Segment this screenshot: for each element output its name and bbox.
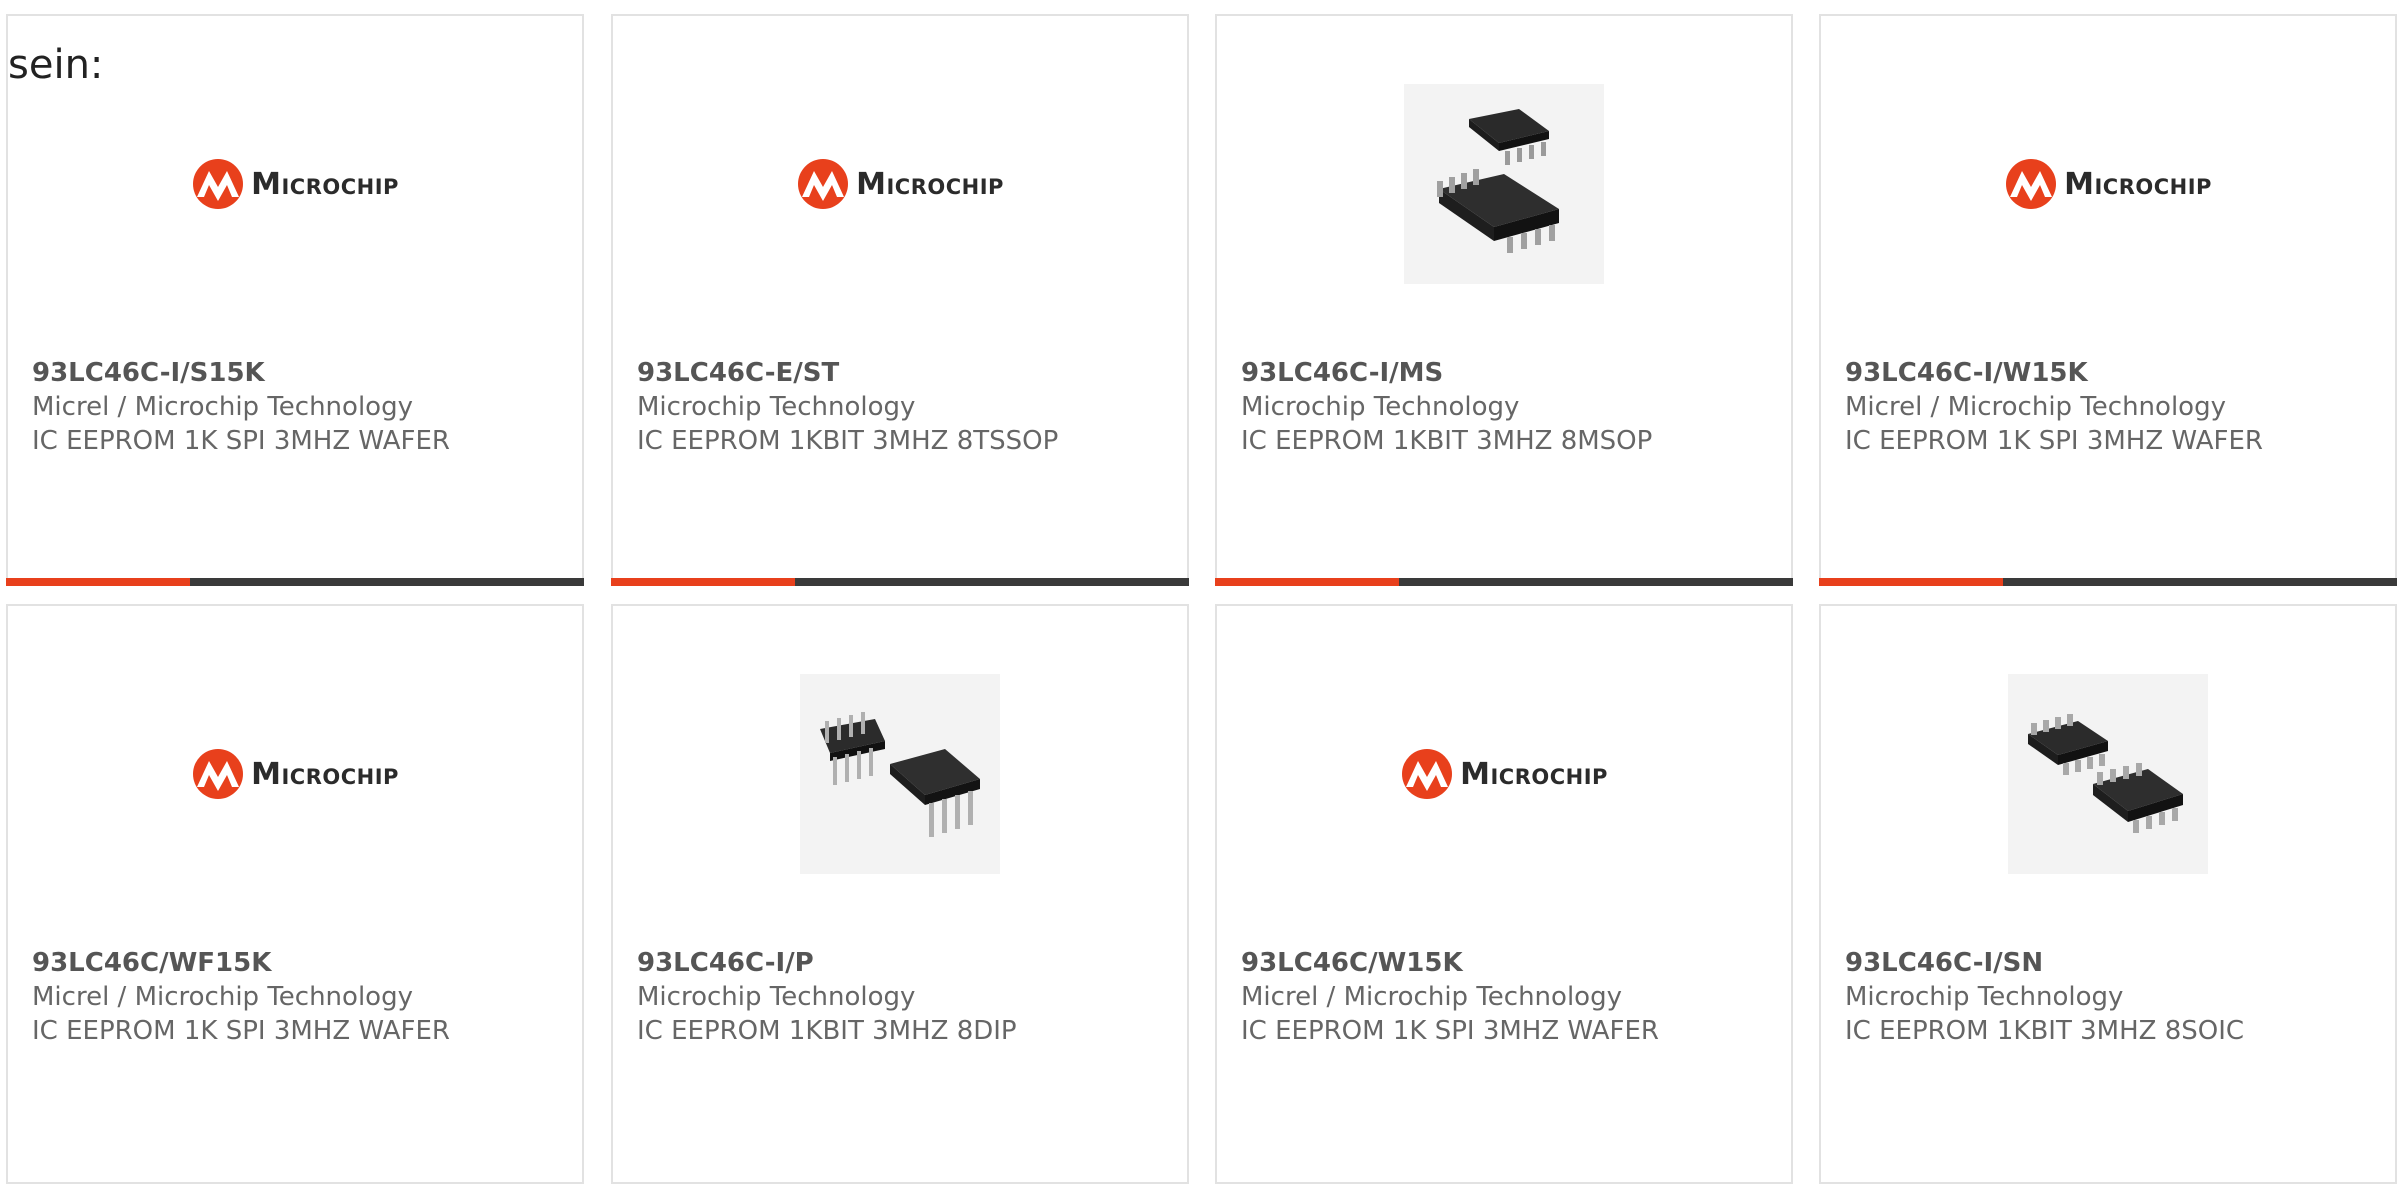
microchip-logo-icon [2006,159,2057,209]
product-description: IC EEPROM 1KBIT 3MHZ 8SOIC [1845,1016,2245,1046]
product-description: IC EEPROM 1KBIT 3MHZ 8MSOP [1241,426,1653,456]
logo-text: Microchip [856,166,1004,202]
manufacturer-name: Microchip Technology [637,392,916,422]
product-image[interactable]: Microchip [1402,674,1607,874]
manufacturer-name: Micrel / Microchip Technology [32,982,413,1012]
card-accent-bar [611,578,1189,586]
logo-text: Microchip [251,166,399,202]
part-number-link[interactable]: 93LC46C-I/SN [1845,946,2244,980]
product-card[interactable]: Microchip 93LC46C/WF15K Micrel / Microch… [6,604,584,1184]
product-card[interactable]: 93LC46C-I/MS Microchip Technology IC EEP… [1215,14,1793,586]
product-meta: 93LC46C-I/W15K Micrel / Microchip Techno… [1845,356,2263,458]
product-meta: 93LC46C-I/P Microchip Technology IC EEPR… [637,946,1017,1048]
card-accent-bar [1215,578,1793,586]
product-image[interactable]: Microchip [193,84,398,284]
manufacturer-name: Micrel / Microchip Technology [32,392,413,422]
product-card[interactable]: Microchip 93LC46C-E/ST Microchip Technol… [611,14,1189,586]
product-image[interactable] [2008,674,2208,874]
microchip-logo-icon [193,159,244,209]
manufacturer-name: Micrel / Microchip Technology [1845,392,2226,422]
manufacturer-name: Micrel / Microchip Technology [1241,982,1622,1012]
logo-text: Microchip [2064,166,2212,202]
part-number-link[interactable]: 93LC46C/WF15K [32,946,450,980]
product-description: IC EEPROM 1K SPI 3MHZ WAFER [1845,426,2263,456]
card-accent-bar [1819,578,2397,586]
product-meta: 93LC46C/WF15K Micrel / Microchip Technol… [32,946,450,1048]
product-image[interactable]: Microchip [2006,84,2211,284]
product-description: IC EEPROM 1KBIT 3MHZ 8TSSOP [637,426,1059,456]
product-card[interactable]: Microchip 93LC46C/W15K Micrel / Microchi… [1215,604,1793,1184]
product-description: IC EEPROM 1KBIT 3MHZ 8DIP [637,1016,1017,1046]
part-number-link[interactable]: 93LC46C-E/ST [637,356,1058,390]
product-grid: Microchip 93LC46C-I/S15K Micrel / Microc… [0,0,2400,1184]
card-accent-bar [6,578,584,586]
intro-text: sein: [8,42,104,88]
part-number-link[interactable]: 93LC46C-I/W15K [1845,356,2263,390]
microchip-logo: Microchip [191,157,399,211]
product-meta: 93LC46C-I/MS Microchip Technology IC EEP… [1241,356,1652,458]
product-image[interactable]: Microchip [798,84,1003,284]
microchip-logo-icon [1402,749,1453,799]
product-meta: 93LC46C-I/SN Microchip Technology IC EEP… [1845,946,2244,1048]
product-card[interactable]: Microchip 93LC46C-I/W15K Micrel / Microc… [1819,14,2397,586]
product-image[interactable] [800,674,1000,874]
soic-chip-icon [2028,714,2183,833]
logo-text: Microchip [1460,756,1608,792]
dip-chip-icon [820,712,980,837]
microchip-logo: Microchip [1400,747,1608,801]
part-number-link[interactable]: 93LC46C/W15K [1241,946,1659,980]
product-image[interactable]: Microchip [193,674,398,874]
microchip-logo: Microchip [2004,157,2212,211]
manufacturer-name: Microchip Technology [637,982,916,1012]
microchip-logo: Microchip [796,157,1004,211]
microchip-logo-icon [798,159,849,209]
microchip-logo-icon [193,749,244,799]
product-card[interactable]: 93LC46C-I/P Microchip Technology IC EEPR… [611,604,1189,1184]
product-card[interactable]: 93LC46C-I/SN Microchip Technology IC EEP… [1819,604,2397,1184]
product-description: IC EEPROM 1K SPI 3MHZ WAFER [32,1016,450,1046]
product-meta: 93LC46C-I/S15K Micrel / Microchip Techno… [32,356,450,458]
product-description: IC EEPROM 1K SPI 3MHZ WAFER [32,426,450,456]
logo-text: Microchip [251,756,399,792]
product-card[interactable]: Microchip 93LC46C-I/S15K Micrel / Microc… [6,14,584,586]
manufacturer-name: Microchip Technology [1241,392,1520,422]
part-number-link[interactable]: 93LC46C-I/P [637,946,1017,980]
manufacturer-name: Microchip Technology [1845,982,2124,1012]
msop-chip-icon [1437,109,1559,253]
product-meta: 93LC46C-E/ST Microchip Technology IC EEP… [637,356,1058,458]
part-number-link[interactable]: 93LC46C-I/MS [1241,356,1652,390]
product-meta: 93LC46C/W15K Micrel / Microchip Technolo… [1241,946,1659,1048]
part-number-link[interactable]: 93LC46C-I/S15K [32,356,450,390]
microchip-logo: Microchip [191,747,399,801]
product-image[interactable] [1404,84,1604,284]
product-description: IC EEPROM 1K SPI 3MHZ WAFER [1241,1016,1659,1046]
